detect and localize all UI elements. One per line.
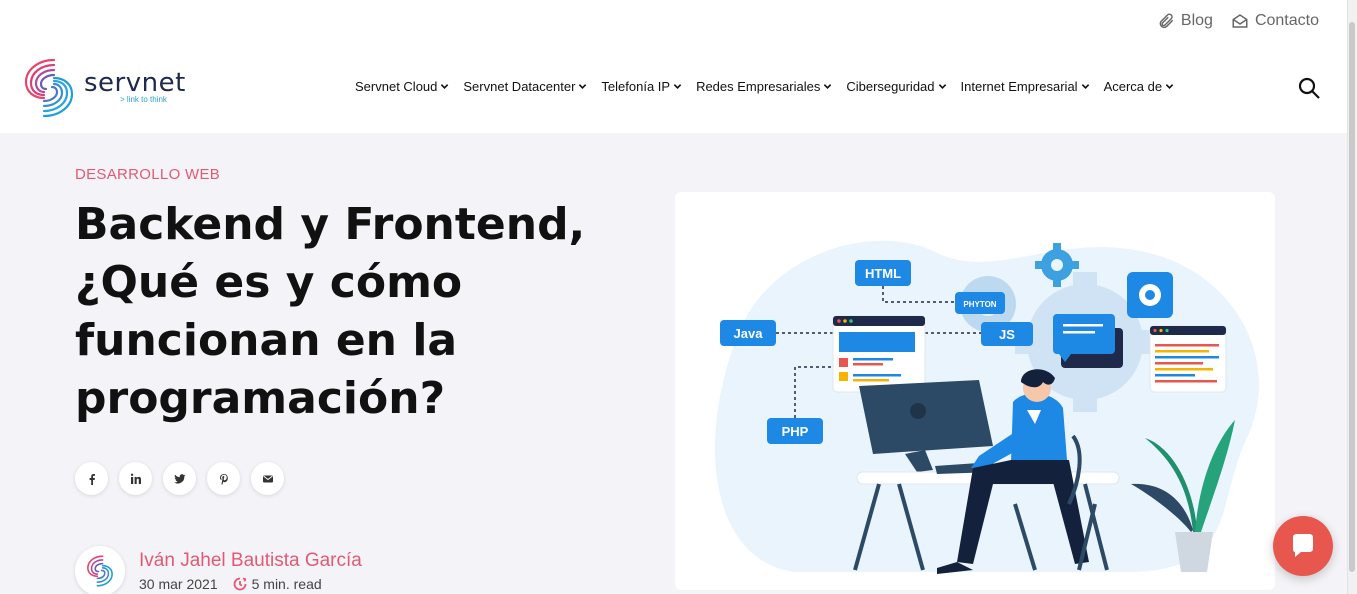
nav-label: Ciberseguridad bbox=[846, 79, 935, 94]
logo-word: servnet bbox=[84, 68, 186, 98]
developer-illustration: HTML PHYTON Java JS PHP bbox=[715, 240, 1259, 574]
nav-item-acerca-de[interactable]: Acerca de bbox=[1104, 79, 1175, 94]
linkedin-icon bbox=[130, 473, 141, 484]
chevron-down-icon bbox=[579, 84, 587, 89]
site-header: Blog Contacto servnet > link to think Se… bbox=[0, 0, 1347, 133]
label-php: PHP bbox=[767, 418, 823, 444]
settings-icon bbox=[1127, 272, 1173, 318]
clock-icon bbox=[233, 577, 247, 591]
share-email-button[interactable] bbox=[251, 462, 284, 495]
nav-item-redes-empresariales[interactable]: Redes Empresariales bbox=[696, 79, 832, 94]
logo-text: servnet > link to think bbox=[84, 68, 186, 104]
nav-label: Servnet Cloud bbox=[355, 79, 438, 94]
blog-link[interactable]: Blog bbox=[1157, 12, 1213, 30]
chevron-down-icon bbox=[1081, 84, 1089, 89]
chat-icon bbox=[1293, 534, 1313, 557]
label-php-text: PHP bbox=[782, 424, 809, 439]
nav-item-telefonia-ip[interactable]: Telefonía IP bbox=[601, 79, 682, 94]
nav-label: Internet Empresarial bbox=[960, 79, 1078, 94]
facebook-icon bbox=[89, 473, 95, 485]
label-js: JS bbox=[981, 322, 1033, 346]
label-java-text: Java bbox=[734, 326, 764, 341]
main-nav: Servnet Cloud Servnet Datacenter Telefon… bbox=[355, 79, 1188, 94]
contact-label: Contacto bbox=[1254, 12, 1319, 29]
article-title: Backend y Frontend, ¿Qué es y cómo funci… bbox=[75, 199, 586, 424]
share-twitter-button[interactable] bbox=[163, 462, 196, 495]
share-facebook-button[interactable] bbox=[75, 462, 108, 495]
nav-item-internet-empresarial[interactable]: Internet Empresarial bbox=[961, 79, 1090, 94]
email-icon bbox=[262, 475, 273, 482]
nav-item-servnet-datacenter[interactable]: Servnet Datacenter bbox=[463, 79, 587, 94]
twitter-icon bbox=[173, 473, 185, 484]
author-name[interactable]: Iván Jahel Bautista García bbox=[139, 550, 362, 572]
scrollbar[interactable] bbox=[1347, 0, 1357, 594]
hero-illustration: HTML PHYTON Java JS PHP bbox=[675, 192, 1275, 590]
chat-widget-button[interactable] bbox=[1273, 516, 1333, 576]
servnet-logo-mark bbox=[24, 58, 74, 118]
nav-label: Telefonía IP bbox=[601, 79, 671, 94]
nav-label: Acerca de bbox=[1103, 79, 1163, 94]
chevron-down-icon bbox=[1165, 84, 1174, 89]
share-buttons bbox=[75, 462, 284, 495]
label-html: HTML bbox=[855, 260, 911, 286]
article-category[interactable]: DESARROLLO WEB bbox=[75, 166, 220, 183]
label-html-text: HTML bbox=[865, 266, 901, 281]
envelope-open-icon bbox=[1232, 14, 1248, 28]
author-info: Iván Jahel Bautista García 30 mar 2021 5… bbox=[139, 550, 362, 594]
author-block: Iván Jahel Bautista García 30 mar 2021 5… bbox=[75, 546, 362, 594]
utility-links: Blog Contacto bbox=[1157, 12, 1319, 30]
chevron-down-icon bbox=[673, 84, 682, 89]
nav-item-servnet-cloud[interactable]: Servnet Cloud bbox=[355, 79, 449, 94]
label-js-text: JS bbox=[999, 327, 1015, 342]
chat-bubble-icon bbox=[1053, 314, 1123, 368]
servnet-logo[interactable]: servnet > link to think bbox=[20, 52, 186, 124]
read-time: 5 min. read bbox=[251, 576, 322, 592]
label-phyton: PHYTON bbox=[955, 292, 1005, 314]
nav-label: Servnet Datacenter bbox=[463, 79, 576, 94]
servnet-logo-mark bbox=[87, 555, 113, 587]
share-pinterest-button[interactable] bbox=[207, 462, 240, 495]
code-window bbox=[832, 315, 926, 393]
avatar[interactable] bbox=[75, 546, 125, 594]
chevron-down-icon bbox=[824, 84, 832, 89]
contact-link[interactable]: Contacto bbox=[1231, 12, 1319, 30]
nav-label: Redes Empresariales bbox=[696, 79, 821, 94]
nav-item-ciberseguridad[interactable]: Ciberseguridad bbox=[846, 79, 946, 94]
publish-date: 30 mar 2021 bbox=[139, 576, 218, 592]
scrollbar-thumb[interactable] bbox=[1349, 22, 1355, 572]
pinterest-icon bbox=[219, 473, 228, 485]
share-linkedin-button[interactable] bbox=[119, 462, 152, 495]
label-java: Java bbox=[720, 320, 776, 346]
label-phyton-text: PHYTON bbox=[963, 300, 996, 309]
search-icon[interactable] bbox=[1297, 76, 1321, 100]
code-window bbox=[1149, 325, 1227, 393]
paperclip-icon bbox=[1159, 13, 1174, 29]
author-meta: 30 mar 2021 5 min. read bbox=[139, 576, 362, 592]
blog-label: Blog bbox=[1180, 12, 1213, 29]
chevron-down-icon bbox=[441, 84, 449, 89]
chevron-down-icon bbox=[938, 84, 946, 89]
